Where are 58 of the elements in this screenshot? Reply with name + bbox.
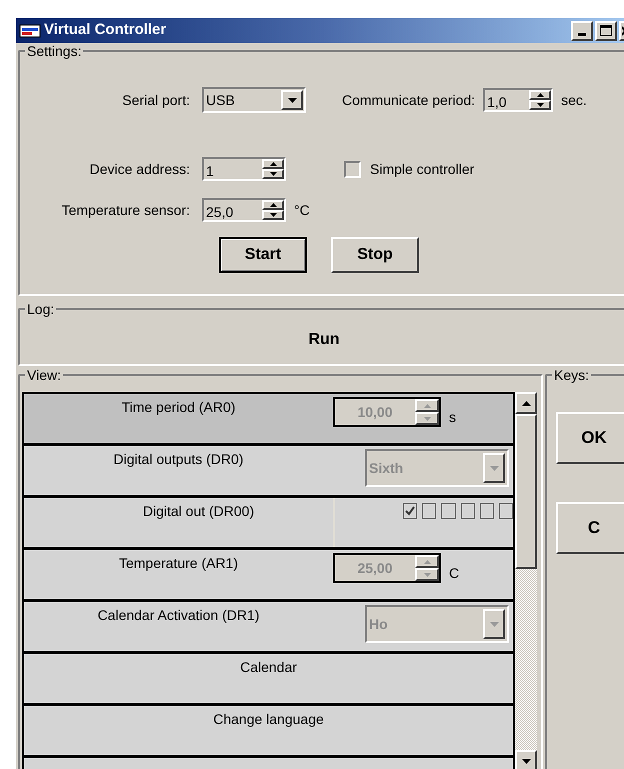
group-title: Settings: [26, 44, 82, 58]
row-label: Change language [213, 712, 324, 726]
address-spin-field[interactable]: 1 [202, 157, 286, 181]
down-arrow-icon[interactable] [522, 758, 530, 764]
period-spin-field[interactable]: 1,0 [483, 88, 554, 112]
window-title: Virtual Controller [44, 20, 168, 40]
row-label: Calendar Activation (DR1) [98, 608, 260, 622]
unit-label: °C [294, 200, 310, 220]
parameter-row[interactable]: Digital out (DR00) [24, 498, 513, 550]
checkbox[interactable] [441, 503, 456, 519]
down-arrow-icon[interactable] [270, 172, 276, 176]
row-label: Digital out (DR00) [142, 504, 254, 518]
row-label: Temperature (AR1) [118, 556, 238, 570]
row-label: Time period (AR0) [122, 400, 236, 414]
unit-label: C [449, 566, 460, 580]
key-button[interactable]: C [556, 502, 624, 554]
row-label: Digital outputs (DR0) [114, 452, 244, 466]
app-icon [19, 22, 41, 38]
key-button[interactable]: OK [556, 412, 624, 464]
checkbox[interactable] [498, 503, 513, 519]
field-label: Serial port: [121, 90, 190, 110]
checkbox[interactable] [344, 160, 361, 178]
temperature-spin-field[interactable]: 25,0 [202, 198, 286, 222]
minimize-button[interactable] [571, 20, 593, 40]
spin-arrows[interactable] [529, 90, 552, 110]
up-arrow-icon[interactable] [522, 400, 530, 406]
field-label: Temperature sensor: [60, 200, 190, 220]
spin-arrows[interactable] [262, 159, 284, 179]
group-title: View: [26, 368, 62, 382]
maximize-button[interactable] [595, 20, 617, 40]
down-arrow-icon[interactable] [536, 103, 544, 107]
checkbox[interactable] [460, 503, 475, 519]
scroll-thumb[interactable] [515, 414, 537, 569]
up-arrow-icon[interactable] [270, 162, 276, 166]
up-arrow-icon[interactable] [270, 203, 276, 207]
scroll-up-button[interactable] [515, 392, 537, 414]
maximize-icon[interactable] [600, 25, 612, 36]
checkbox[interactable] [480, 503, 494, 519]
spin-arrows[interactable] [262, 200, 284, 220]
action-button[interactable]: Start [219, 237, 307, 273]
group-title: Log: [26, 302, 56, 316]
log-message: Run [308, 330, 340, 350]
field-label: Device address: [88, 160, 190, 178]
row-label: Calendar [240, 660, 297, 674]
checkbox[interactable] [422, 503, 436, 519]
unit-label: sec. [561, 90, 587, 110]
serial-port-dropdown[interactable]: USB [202, 87, 306, 113]
minimize-icon[interactable] [578, 32, 586, 36]
scrollbar[interactable] [515, 392, 537, 769]
field-label: Communicate period: [342, 90, 476, 110]
action-button[interactable]: Stop [331, 237, 419, 273]
unit-label: s [449, 410, 456, 424]
checkbox[interactable] [403, 503, 418, 519]
checkbox-label: Simple controller [370, 160, 474, 179]
group-title: Keys: [553, 368, 590, 382]
down-arrow-icon[interactable] [270, 213, 276, 217]
up-arrow-icon[interactable] [536, 93, 544, 97]
scroll-down-button[interactable] [515, 750, 537, 769]
